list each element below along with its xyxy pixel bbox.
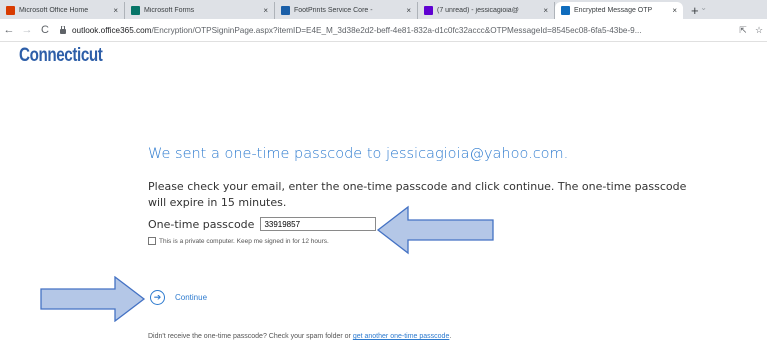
tab-mail[interactable]: (7 unread) - jessicagioia@ × — [418, 2, 555, 19]
logo-text: Connecticut — [19, 45, 103, 66]
tab-footprints[interactable]: FootPrints Service Core - × — [275, 2, 418, 19]
resend-passcode-link[interactable]: get another one-time passcode — [353, 333, 450, 340]
tab-encrypted-message[interactable]: Encrypted Message OTP × — [555, 2, 683, 19]
arrow-right-circle-icon[interactable]: ➔ — [150, 290, 165, 305]
tab-search-icon[interactable]: ⌄ — [700, 3, 707, 12]
back-icon[interactable]: ← — [0, 24, 18, 36]
url-host: outlook.office365.com — [72, 25, 152, 35]
remember-me[interactable]: This is a private computer. Keep me sign… — [148, 237, 329, 245]
url-path: /Encryption/OTPSigninPage.aspx?itemID=E4… — [151, 25, 642, 35]
continue-label[interactable]: Continue — [175, 293, 207, 302]
footer-text: Didn't receive the one-time passcode? Ch… — [148, 333, 451, 340]
address-bar: ← → C outlook.office365.com/Encryption/O… — [0, 19, 767, 42]
annotation-arrow-left — [376, 205, 494, 255]
footprints-icon — [281, 6, 290, 15]
remember-label: This is a private computer. Keep me sign… — [159, 237, 329, 245]
close-icon[interactable]: × — [672, 6, 677, 15]
share-icon[interactable]: ⇱ — [735, 25, 751, 36]
otp-label: One-time passcode — [148, 217, 255, 231]
forward-icon[interactable]: → — [18, 24, 36, 36]
tab-label: Microsoft Forms — [144, 7, 195, 14]
close-icon[interactable]: × — [406, 6, 411, 15]
tab-microsoft-forms[interactable]: Microsoft Forms × — [125, 2, 275, 19]
tab-label: Encrypted Message OTP — [574, 7, 653, 14]
lock-icon — [60, 25, 66, 34]
annotation-arrow-right — [40, 276, 146, 322]
new-tab-button[interactable]: + — [691, 2, 699, 19]
outlook-icon — [561, 6, 570, 15]
otp-row: One-time passcode — [148, 217, 377, 231]
tab-label: (7 unread) - jessicagioia@ — [437, 7, 519, 14]
forms-icon — [131, 6, 140, 15]
otp-input[interactable] — [260, 217, 377, 231]
footer-message: Didn't receive the one-time passcode? Ch… — [148, 333, 353, 340]
bookmark-star-icon[interactable]: ☆ — [751, 25, 767, 36]
reload-icon[interactable]: C — [36, 24, 54, 36]
remember-checkbox[interactable] — [148, 237, 156, 245]
tab-label: Microsoft Office Home — [19, 7, 89, 14]
continue-button[interactable]: ➔ Continue — [150, 290, 207, 305]
url-field[interactable]: outlook.office365.com/Encryption/OTPSign… — [58, 25, 735, 35]
footer-end: . — [449, 333, 452, 340]
mail-icon — [424, 6, 433, 15]
tab-microsoft-office-home[interactable]: Microsoft Office Home × — [0, 2, 125, 19]
close-icon[interactable]: × — [543, 6, 548, 15]
office-icon — [6, 6, 15, 15]
page-title: We sent a one-time passcode to jessicagi… — [148, 146, 569, 162]
browser-tab-bar: Microsoft Office Home × Microsoft Forms … — [0, 0, 767, 19]
connecticut-logo: Connecticut — [19, 45, 103, 67]
tab-label: FootPrints Service Core - — [294, 7, 373, 14]
close-icon[interactable]: × — [263, 6, 268, 15]
close-icon[interactable]: × — [113, 6, 118, 15]
